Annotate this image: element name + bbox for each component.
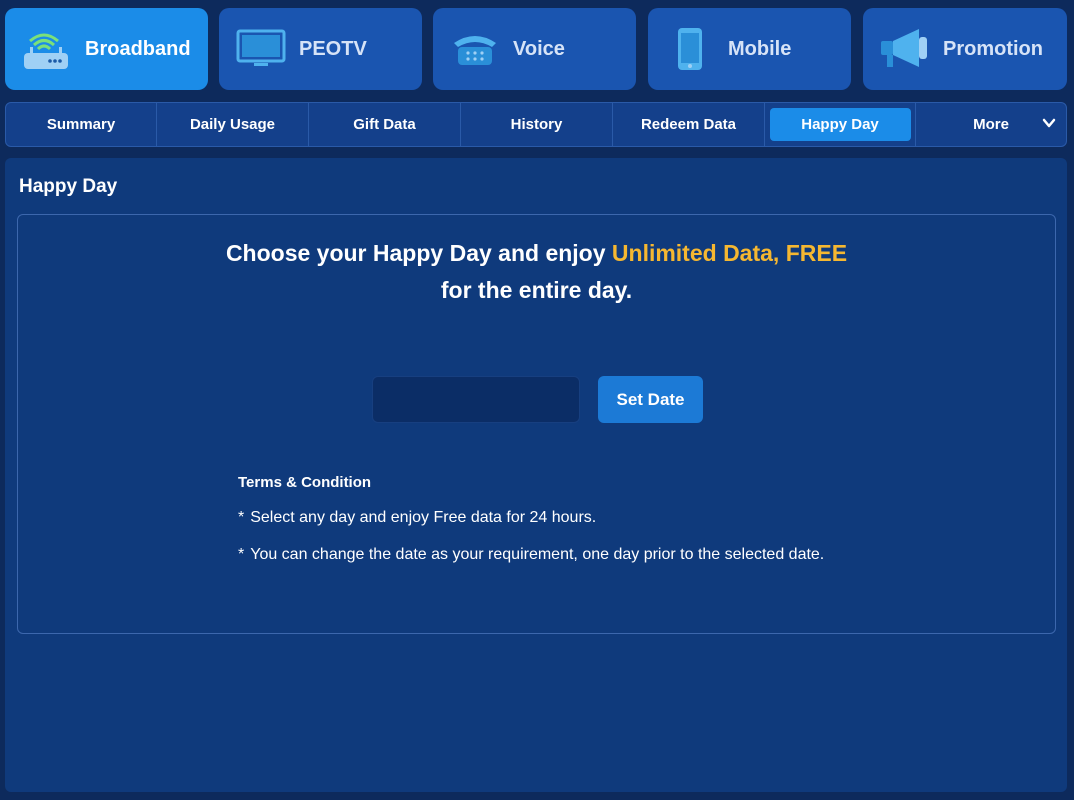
chevron-down-icon	[1042, 116, 1056, 134]
tv-icon	[235, 26, 287, 72]
service-tabs: Broadband PEOTV Voice Mobile Promotion	[0, 0, 1074, 98]
subnav-item-redeem-data[interactable]: Redeem Data	[613, 103, 765, 146]
tab-label: PEOTV	[299, 37, 367, 60]
tab-peotv[interactable]: PEOTV	[219, 8, 422, 90]
subnav-label: Happy Day	[801, 116, 879, 133]
subnav-label: History	[510, 116, 563, 133]
headline-text: Choose your Happy Day and enjoy	[225, 240, 612, 266]
headline: Choose your Happy Day and enjoy Unlimite…	[18, 235, 1055, 309]
megaphone-icon	[879, 26, 931, 72]
term-text: You can change the date as your requirem…	[250, 546, 825, 563]
happy-day-card: Choose your Happy Day and enjoy Unlimite…	[17, 214, 1056, 634]
tab-label: Voice	[513, 37, 565, 60]
subnav-item-more[interactable]: More	[916, 103, 1066, 146]
date-input[interactable]	[372, 376, 580, 423]
subnav-label: Summary	[46, 116, 116, 133]
tab-broadband[interactable]: Broadband	[5, 8, 208, 90]
subnav-label: More	[973, 116, 1009, 133]
page-title: Happy Day	[19, 176, 118, 197]
term-bullet: *	[238, 509, 245, 526]
subnav-item-history[interactable]: History	[461, 103, 613, 146]
wifi-router-icon	[21, 26, 73, 72]
telephone-icon	[449, 26, 501, 72]
tab-label: Promotion	[943, 37, 1043, 60]
terms-title: Terms & Condition	[238, 474, 372, 491]
subnav-item-summary[interactable]: Summary	[6, 103, 157, 146]
tab-mobile[interactable]: Mobile	[648, 8, 851, 90]
tab-label: Broadband	[85, 37, 191, 60]
subnav-label: Redeem Data	[640, 116, 737, 133]
headline-text-line2: for the entire day.	[440, 277, 633, 303]
term-item: * Select any day and enjoy Free data for …	[238, 509, 596, 527]
headline-highlight: Unlimited Data, FREE	[611, 240, 848, 266]
subnav-item-happy-day[interactable]: Happy Day	[765, 103, 916, 146]
tab-voice[interactable]: Voice	[433, 8, 636, 90]
set-date-button[interactable]: Set Date	[598, 376, 703, 423]
subnav: Summary Daily Usage Gift Data History Re…	[5, 102, 1067, 147]
subnav-item-daily-usage[interactable]: Daily Usage	[157, 103, 309, 146]
tab-label: Mobile	[728, 37, 792, 60]
mobile-phone-icon	[664, 26, 716, 72]
subnav-label: Daily Usage	[189, 116, 276, 133]
subnav-item-gift-data[interactable]: Gift Data	[309, 103, 461, 146]
happy-day-panel: Happy Day Choose your Happy Day and enjo…	[5, 158, 1067, 792]
term-bullet: *	[238, 546, 245, 563]
tab-promotion[interactable]: Promotion	[863, 8, 1067, 90]
term-item: * You can change the date as your require…	[238, 546, 824, 564]
subnav-active-pill: Happy Day	[769, 108, 911, 141]
term-text: Select any day and enjoy Free data for 2…	[250, 509, 597, 526]
subnav-label: Gift Data	[353, 116, 416, 133]
